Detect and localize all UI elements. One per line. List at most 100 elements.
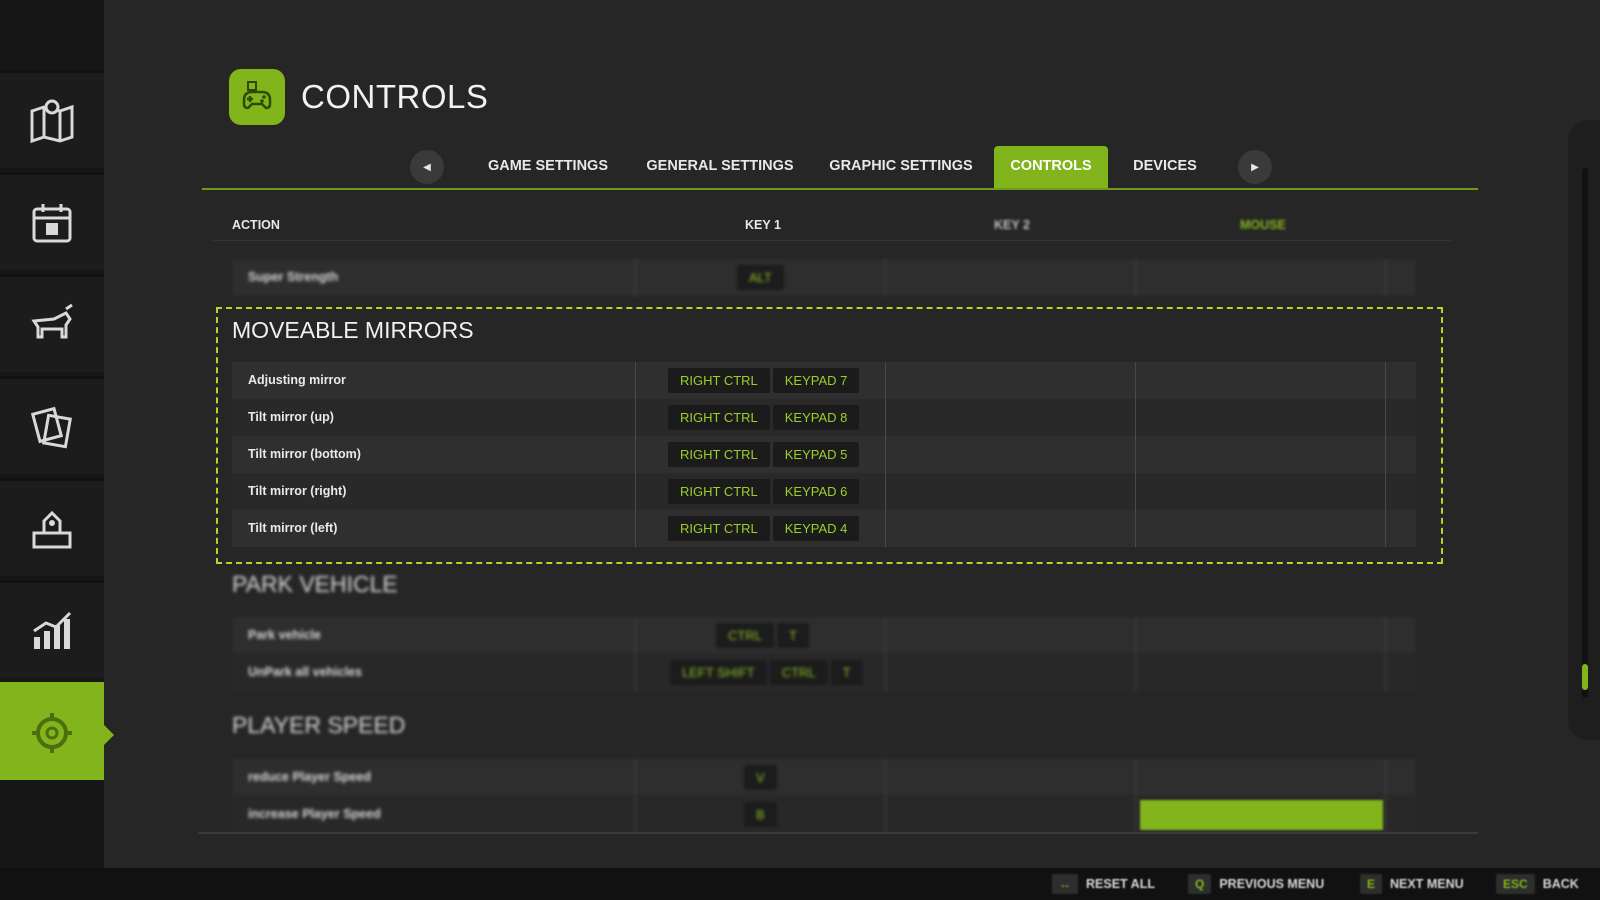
section-title-moveable-mirrors: MOVEABLE MIRRORS — [232, 317, 474, 343]
back-button[interactable]: ESC BACK — [1496, 874, 1579, 894]
key1-binding[interactable]: CTRL T — [716, 623, 809, 648]
column-divider — [1135, 399, 1136, 436]
footer-key: ↔ — [1052, 874, 1078, 894]
key-badge: T — [830, 660, 863, 685]
sidebar-item-contracts[interactable] — [0, 376, 104, 474]
table-row[interactable]: Park vehicle CTRL T — [232, 617, 1416, 654]
previous-menu-button[interactable]: Q PREVIOUS MENU — [1188, 874, 1324, 894]
sidebar-item-animals[interactable] — [0, 274, 104, 372]
column-divider — [1135, 259, 1136, 296]
column-divider — [1135, 510, 1136, 547]
key1-binding[interactable]: RIGHT CTRL KEYPAD 8 — [668, 405, 860, 430]
action-label: Tilt mirror (bottom) — [248, 447, 361, 461]
key1-binding[interactable]: RIGHT CTRL KEYPAD 5 — [668, 442, 860, 467]
key1-binding[interactable]: ALT — [737, 265, 784, 290]
table-row[interactable]: Tilt mirror (bottom) RIGHT CTRL KEYPAD 5 — [232, 436, 1416, 473]
column-divider — [635, 617, 636, 654]
column-divider — [1135, 436, 1136, 473]
key-badge: RIGHT CTRL — [668, 405, 770, 430]
sidebar-item-settings[interactable] — [0, 682, 114, 780]
section-title-park-vehicle: PARK VEHICLE — [232, 571, 398, 597]
action-label: reduce Player Speed — [248, 770, 371, 784]
key1-binding[interactable]: LEFT SHIFT CTRL T — [670, 660, 863, 685]
scrollbar-thumb[interactable] — [1582, 664, 1588, 690]
key1-binding[interactable]: RIGHT CTRL KEYPAD 6 — [668, 479, 860, 504]
calendar-icon — [32, 203, 72, 242]
controls-header-icon — [229, 69, 285, 125]
column-divider — [885, 259, 886, 296]
action-label: Super Strength — [248, 270, 339, 284]
tab-bar: ◀ GAME SETTINGS GENERAL SETTINGS GRAPHIC… — [202, 146, 1478, 190]
tab-graphic-settings[interactable]: GRAPHIC SETTINGS — [817, 146, 985, 188]
key-badge: KEYPAD 5 — [772, 442, 860, 467]
footer-label: NEXT MENU — [1390, 877, 1464, 891]
tab-prev-button[interactable]: ◀ — [410, 150, 444, 184]
column-divider — [635, 510, 636, 547]
next-menu-button[interactable]: E NEXT MENU — [1360, 874, 1464, 894]
table-row[interactable]: Adjusting mirror RIGHT CTRL KEYPAD 7 — [232, 362, 1416, 399]
key-badge: RIGHT CTRL — [668, 479, 770, 504]
tab-game-settings[interactable]: GAME SETTINGS — [472, 146, 624, 188]
key1-binding[interactable]: B — [744, 802, 777, 827]
key1-binding[interactable]: RIGHT CTRL KEYPAD 7 — [668, 368, 860, 393]
table-row[interactable]: Tilt mirror (left) RIGHT CTRL KEYPAD 4 — [232, 510, 1416, 547]
key-badge: RIGHT CTRL — [668, 368, 770, 393]
key-badge: CTRL — [716, 623, 774, 648]
key-badge: RIGHT CTRL — [668, 442, 770, 467]
table-row[interactable]: Super Strength ALT — [232, 259, 1416, 296]
section-title-player-speed: PLAYER SPEED — [232, 712, 406, 738]
reset-all-button[interactable]: ↔ RESET ALL — [1052, 874, 1155, 894]
footer-label: RESET ALL — [1086, 877, 1155, 891]
key-badge: LEFT SHIFT — [670, 660, 767, 685]
tab-general-settings[interactable]: GENERAL SETTINGS — [639, 146, 801, 188]
column-header-key1: KEY 1 — [745, 218, 781, 232]
key-badge: KEYPAD 8 — [772, 405, 860, 430]
scrollbar-track[interactable] — [1582, 168, 1588, 698]
list-bottom-divider — [198, 832, 1478, 834]
action-label: Tilt mirror (up) — [248, 410, 334, 424]
footer-key: Q — [1188, 874, 1212, 894]
column-divider — [1385, 654, 1386, 691]
table-row[interactable]: UnPark all vehicles LEFT SHIFT CTRL T — [232, 654, 1416, 691]
footer-bar: ↔ RESET ALL Q PREVIOUS MENU E NEXT MENU … — [0, 868, 1600, 900]
column-divider — [1135, 473, 1136, 510]
key-badge: ALT — [737, 265, 784, 290]
column-divider — [1135, 617, 1136, 654]
sidebar-item-statistics[interactable] — [0, 580, 104, 678]
tab-controls[interactable]: CONTROLS — [994, 146, 1108, 188]
action-label: Adjusting mirror — [248, 373, 346, 387]
column-divider — [1385, 510, 1386, 547]
key-badge: KEYPAD 7 — [772, 368, 860, 393]
table-row[interactable]: reduce Player Speed V — [232, 759, 1416, 796]
column-divider — [1385, 473, 1386, 510]
column-divider — [1385, 759, 1386, 796]
sidebar-item-map[interactable] — [0, 70, 104, 168]
footer-label: PREVIOUS MENU — [1219, 877, 1325, 891]
header-divider — [212, 240, 1452, 241]
key-badge: KEYPAD 4 — [772, 516, 860, 541]
column-header-mouse: MOUSE — [1240, 218, 1286, 232]
key-badge: T — [776, 623, 809, 648]
animals-icon — [31, 303, 73, 338]
column-divider — [1385, 362, 1386, 399]
mouse-binding-selected[interactable] — [1140, 800, 1383, 830]
column-divider — [885, 617, 886, 654]
tab-devices[interactable]: DEVICES — [1122, 146, 1208, 188]
production-icon — [32, 510, 72, 548]
table-row[interactable]: Tilt mirror (up) RIGHT CTRL KEYPAD 8 — [232, 399, 1416, 436]
key-badge: KEYPAD 6 — [772, 479, 860, 504]
key1-binding[interactable]: RIGHT CTRL KEYPAD 4 — [668, 516, 860, 541]
sidebar-item-calendar[interactable] — [0, 172, 104, 270]
column-divider — [635, 362, 636, 399]
map-icon — [30, 99, 74, 143]
column-divider — [1135, 796, 1136, 833]
key1-binding[interactable]: V — [744, 765, 777, 790]
table-row[interactable]: Tilt mirror (right) RIGHT CTRL KEYPAD 6 — [232, 473, 1416, 510]
tab-next-button[interactable]: ▶ — [1238, 150, 1272, 184]
column-divider — [885, 362, 886, 399]
column-divider — [885, 436, 886, 473]
column-divider — [1385, 617, 1386, 654]
column-divider — [1385, 259, 1386, 296]
sidebar-item-production[interactable] — [0, 478, 104, 576]
key-badge: RIGHT CTRL — [668, 516, 770, 541]
